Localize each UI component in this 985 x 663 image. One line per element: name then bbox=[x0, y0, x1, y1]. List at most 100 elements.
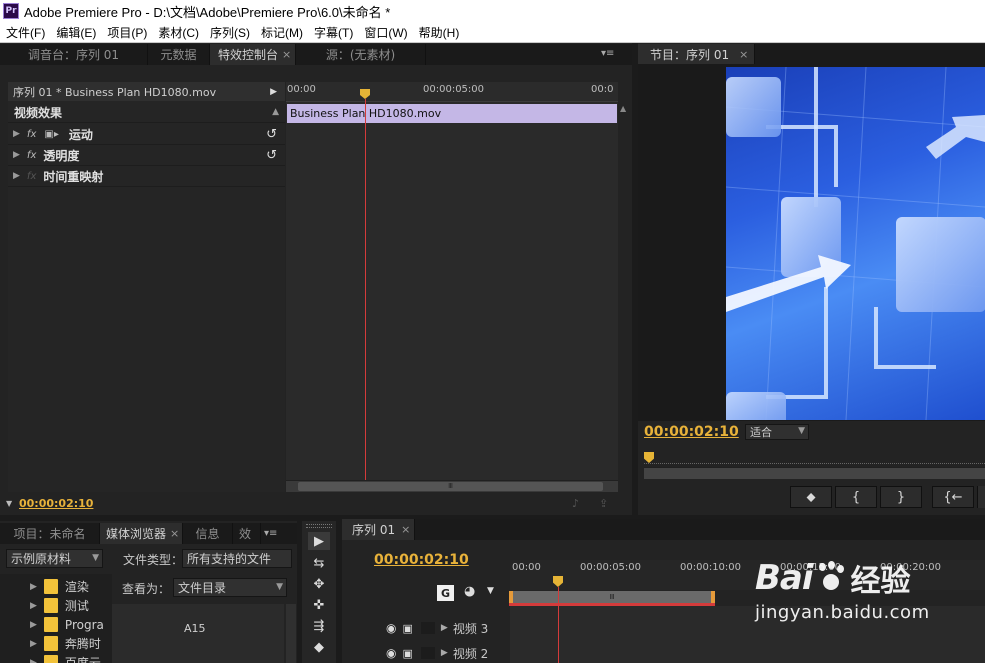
disclosure-triangle-icon[interactable]: ▶ bbox=[13, 171, 20, 181]
timeline-timecode[interactable]: 00:00:02:10 bbox=[374, 552, 469, 568]
file-type-dropdown[interactable]: 所有支持的文件 bbox=[182, 549, 292, 568]
tab-effect-controls[interactable]: 特效控制台 × bbox=[210, 44, 296, 65]
selection-tool-icon[interactable]: ▶ bbox=[308, 532, 330, 550]
disclosure-triangle-icon[interactable]: ▶ bbox=[441, 648, 448, 658]
tab-media-browser[interactable]: 媒体浏览器 × bbox=[100, 523, 183, 544]
disclosure-triangle-icon[interactable]: ▶ bbox=[30, 658, 37, 663]
reset-icon[interactable]: ↺ bbox=[266, 127, 277, 142]
panel-menu-icon[interactable]: ▾≡ bbox=[601, 48, 614, 59]
motion-transform-icon[interactable]: ▣▸ bbox=[44, 129, 58, 140]
scroll-up-icon[interactable]: ▲ bbox=[620, 104, 626, 113]
file-preview-area[interactable]: A15 bbox=[112, 604, 284, 663]
menu-clip[interactable]: 素材(C) bbox=[152, 24, 204, 41]
tab-program-monitor[interactable]: 节目：序列 01 × bbox=[638, 44, 756, 65]
menu-sequence[interactable]: 序列(S) bbox=[204, 24, 255, 41]
linked-selection-icon[interactable]: ◕ bbox=[464, 584, 475, 599]
effect-horizontal-scrollbar[interactable]: Ⅲ bbox=[286, 480, 618, 492]
reset-icon[interactable]: ↺ bbox=[266, 148, 277, 163]
panel-menu-icon[interactable]: ▾≡ bbox=[264, 528, 277, 539]
disclosure-triangle-icon[interactable]: ▶ bbox=[441, 623, 448, 633]
close-icon[interactable]: × bbox=[170, 527, 179, 540]
program-video-frame[interactable] bbox=[726, 67, 985, 420]
track-lock-icon[interactable]: ▣ bbox=[402, 622, 412, 635]
close-icon[interactable]: × bbox=[401, 523, 410, 536]
track-lock-icon[interactable]: ▣ bbox=[402, 647, 412, 660]
monitor-time-ruler[interactable] bbox=[644, 450, 985, 464]
razor-tool-icon[interactable]: ◆ bbox=[308, 638, 330, 656]
tab-sequence-01[interactable]: 序列 01 × bbox=[342, 519, 416, 540]
audio-icon[interactable]: ♪ bbox=[572, 497, 579, 510]
effect-row-time-remapping[interactable]: ▶ fx 时间重映射 bbox=[8, 166, 285, 187]
tab-source[interactable]: 源：(无素材) bbox=[296, 44, 426, 65]
tab-project[interactable]: 项目：未命名 bbox=[0, 523, 100, 544]
mark-in-button[interactable]: { bbox=[835, 486, 877, 508]
disclosure-triangle-icon[interactable]: ▶ bbox=[30, 601, 37, 611]
effect-current-time[interactable]: 00:00:02:10 bbox=[19, 497, 93, 510]
tab-effects[interactable]: 效 bbox=[233, 523, 261, 544]
menu-title[interactable]: 字幕(T) bbox=[308, 24, 358, 41]
menu-project[interactable]: 项目(P) bbox=[101, 24, 152, 41]
menu-file[interactable]: 文件(F) bbox=[0, 24, 50, 41]
snap-icon[interactable]: G bbox=[437, 585, 454, 601]
rolling-edit-tool-icon[interactable]: ✜ bbox=[308, 596, 330, 614]
scroll-thumb[interactable]: Ⅲ bbox=[298, 482, 603, 491]
program-timecode[interactable]: 00:00:02:10 bbox=[644, 424, 739, 440]
close-icon[interactable]: × bbox=[282, 48, 291, 61]
ripple-edit-tool-icon[interactable]: ✥ bbox=[308, 575, 330, 593]
more-buttons-edge[interactable] bbox=[977, 486, 985, 508]
effect-row-motion[interactable]: ▶ fx ▣▸ 运动 ↺ bbox=[8, 124, 285, 145]
ruler-label: 00:00 bbox=[287, 84, 316, 95]
menu-window[interactable]: 窗口(W) bbox=[358, 24, 412, 41]
menu-marker[interactable]: 标记(M) bbox=[255, 24, 308, 41]
tab-audio-mixer[interactable]: 调音台：序列 01 bbox=[0, 44, 148, 65]
effect-playhead-line bbox=[365, 99, 366, 480]
tab-metadata[interactable]: 元数据 bbox=[148, 44, 210, 65]
folder-item[interactable]: ▶ 渲染 bbox=[30, 577, 89, 596]
disclosure-triangle-icon[interactable]: ▶ bbox=[30, 582, 37, 592]
mark-out-button[interactable]: } bbox=[880, 486, 922, 508]
track-select-tool-icon[interactable]: ⇆ bbox=[308, 554, 330, 572]
menu-edit[interactable]: 编辑(E) bbox=[50, 24, 101, 41]
menu-help[interactable]: 帮助(H) bbox=[413, 24, 465, 41]
export-icon[interactable]: ⇪ bbox=[599, 497, 608, 510]
view-as-dropdown[interactable]: 文件目录 ▼ bbox=[173, 578, 287, 597]
effect-time-ruler[interactable]: 00:00 00:00:05:00 00:0 bbox=[286, 82, 618, 102]
vertical-scrollbar[interactable] bbox=[286, 604, 296, 663]
go-to-in-button[interactable]: {← bbox=[932, 486, 974, 508]
fx-icon[interactable]: fx bbox=[27, 150, 36, 161]
scroll-up-icon[interactable]: ▲ bbox=[272, 107, 279, 117]
project-panel-tabs: 项目：未命名 媒体浏览器 × 信息 效 ▾≡ bbox=[0, 523, 297, 544]
disclosure-triangle-icon[interactable]: ▶ bbox=[30, 639, 37, 649]
disclosure-triangle-icon[interactable]: ▶ bbox=[13, 150, 20, 160]
monitor-zoom-scrollbar[interactable] bbox=[644, 467, 985, 479]
source-location-dropdown[interactable]: 示例原材料 ▼ bbox=[6, 549, 103, 568]
track-toggle-box[interactable] bbox=[420, 622, 435, 634]
paw-icon bbox=[815, 561, 845, 593]
close-icon[interactable]: × bbox=[739, 48, 748, 61]
filter-icon[interactable]: ▼ bbox=[6, 499, 12, 508]
eye-icon[interactable]: ◉ bbox=[386, 646, 396, 660]
rate-stretch-tool-icon[interactable]: ⇶ bbox=[308, 617, 330, 635]
effect-row-opacity[interactable]: ▶ fx 透明度 ↺ bbox=[8, 145, 285, 166]
zoom-dropdown[interactable]: 适合 ▼ bbox=[745, 424, 809, 440]
effect-clip-bar[interactable]: Business Plan HD1080.mov bbox=[287, 104, 617, 123]
tab-info[interactable]: 信息 bbox=[183, 523, 233, 544]
add-marker-icon[interactable]: ▼ bbox=[487, 586, 494, 596]
folder-item[interactable]: ▶ 百度云 bbox=[30, 653, 101, 663]
add-marker-button[interactable]: ⬥ bbox=[790, 486, 832, 508]
track-toggle-box[interactable] bbox=[420, 647, 435, 659]
disclosure-triangle-icon[interactable]: ▶ bbox=[13, 129, 20, 139]
file-type-label: 文件类型： bbox=[123, 553, 184, 567]
expand-arrow-icon[interactable]: ▶ bbox=[270, 87, 277, 97]
folder-item[interactable]: ▶ 测试 bbox=[30, 596, 89, 615]
fx-icon[interactable]: fx bbox=[27, 129, 36, 140]
effect-footer bbox=[0, 495, 632, 513]
eye-icon[interactable]: ◉ bbox=[386, 621, 396, 635]
fx-icon[interactable]: fx bbox=[27, 171, 36, 182]
folder-item[interactable]: ▶ Progra bbox=[30, 615, 104, 634]
work-area-bar[interactable]: Ⅲ bbox=[509, 591, 715, 603]
disclosure-triangle-icon[interactable]: ▶ bbox=[30, 620, 37, 630]
effect-timeline-area bbox=[286, 82, 618, 492]
ruler-label: 00:00:05:00 bbox=[580, 562, 642, 573]
folder-item[interactable]: ▶ 奔腾时 bbox=[30, 634, 101, 653]
